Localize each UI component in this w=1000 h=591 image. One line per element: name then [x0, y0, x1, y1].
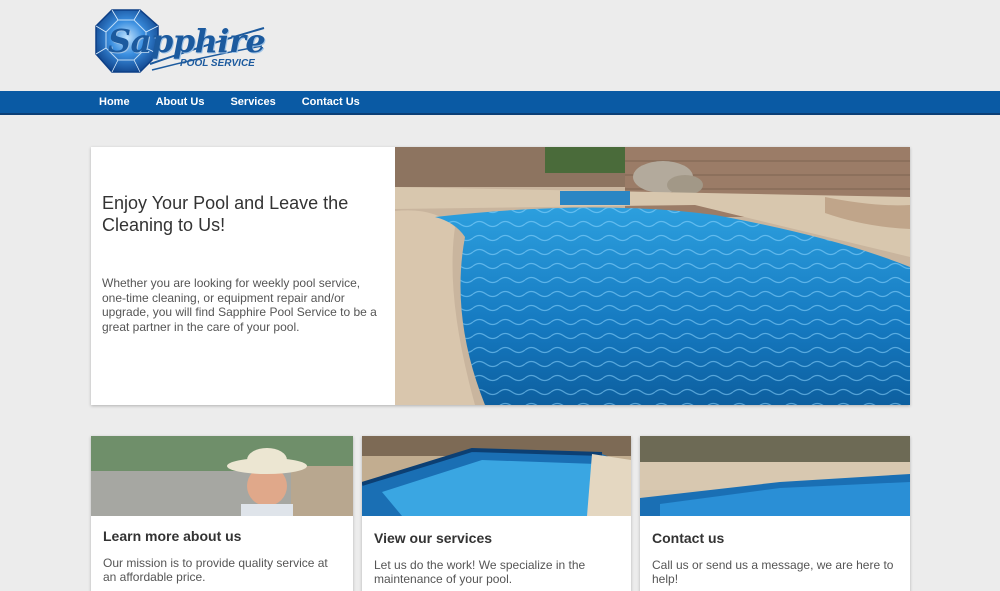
hero-pool-image [395, 147, 910, 405]
card-contact[interactable]: Contact us Call us or send us a message,… [640, 436, 910, 591]
logo-subtitle: POOL SERVICE [180, 58, 255, 69]
hero-title: Enjoy Your Pool and Leave the Cleaning t… [102, 193, 349, 235]
card-contact-title: Contact us [652, 530, 725, 546]
card-about-text: Our mission is to provide quality servic… [103, 556, 328, 584]
nav-home[interactable]: Home [99, 96, 130, 108]
card-contact-text: Call us or send us a message, we are her… [652, 558, 894, 586]
card-services-text: Let us do the work! We specialize in the… [374, 558, 586, 586]
hero-panel: Enjoy Your Pool and Leave the Cleaning t… [91, 147, 910, 405]
card-about[interactable]: Learn more about us Our mission is to pr… [91, 436, 353, 591]
sapphire-logo[interactable]: Sapphire POOL SERVICE [92, 6, 267, 80]
card-services-image [362, 436, 631, 516]
site-header: Sapphire POOL SERVICE [0, 0, 1000, 91]
hero-body: Whether you are looking for weekly pool … [102, 276, 377, 334]
card-services-title: View our services [374, 530, 493, 546]
main-nav: Home About Us Services Contact Us [0, 91, 1000, 115]
card-contact-image [640, 436, 910, 516]
card-about-title: Learn more about us [103, 528, 242, 544]
card-services[interactable]: View our services Let us do the work! We… [362, 436, 631, 591]
logo-title: Sapphire [108, 22, 266, 60]
card-about-image [91, 436, 353, 516]
nav-about-us[interactable]: About Us [156, 96, 205, 108]
nav-services[interactable]: Services [230, 96, 275, 108]
hero-text: Enjoy Your Pool and Leave the Cleaning t… [102, 192, 387, 334]
nav-contact-us[interactable]: Contact Us [302, 96, 360, 108]
